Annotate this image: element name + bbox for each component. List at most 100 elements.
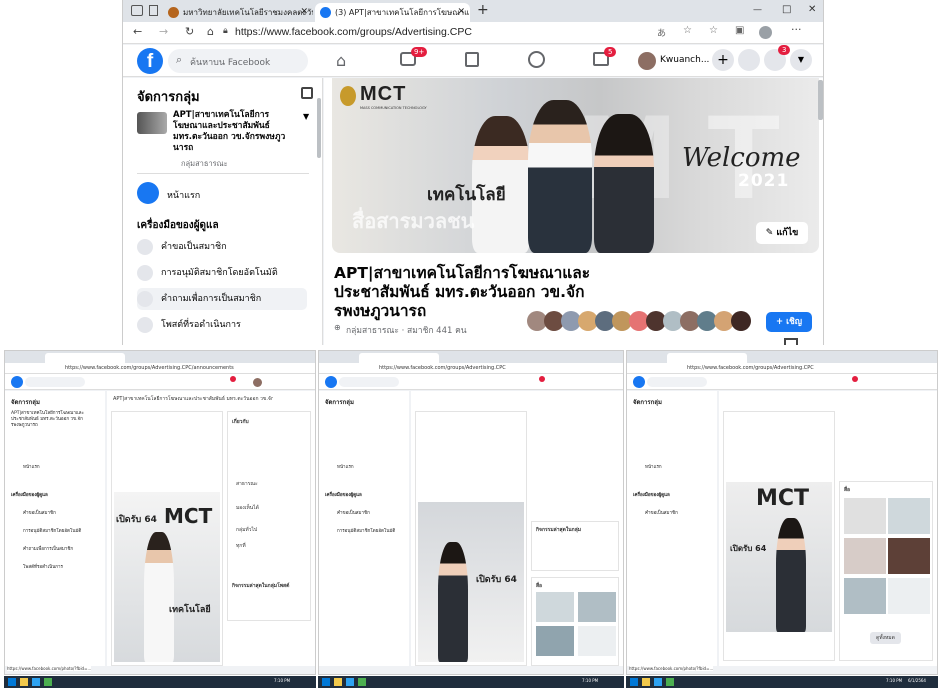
facebook-logo-icon[interactable]: f (137, 48, 163, 74)
url-field[interactable]: https://www.facebook.com/groups/Advertis… (627, 363, 937, 374)
edit-cover-button[interactable]: ✎ แก้ไข (756, 222, 808, 244)
home-nav-icon[interactable]: ⌂ (336, 51, 346, 70)
media-thumb[interactable] (578, 626, 616, 656)
tab-facebook-group[interactable]: (3) APT|สาขาเทคโนโลยีการโฆษณาและ ✕ (315, 3, 470, 22)
url-field[interactable]: https://www.facebook.com/groups/Advertis… (319, 363, 623, 374)
explorer-icon[interactable] (642, 678, 650, 686)
edge-icon[interactable] (654, 678, 662, 686)
app-icon[interactable] (666, 678, 674, 686)
new-tab-button[interactable]: + (477, 2, 489, 18)
start-icon[interactable] (630, 678, 638, 686)
user-avatar[interactable] (638, 52, 656, 70)
refresh-icon[interactable]: ↻ (185, 25, 194, 38)
sidebar-item-member-requests[interactable]: คำขอเป็นสมาชิก (137, 236, 307, 258)
sidebar-item-home[interactable]: หน้าแรก (337, 463, 354, 470)
back-icon[interactable]: ← (133, 25, 142, 38)
url-field[interactable]: https://www.facebook.com/groups/Advertis… (5, 363, 315, 374)
sidebar-item-member-requests[interactable]: คำขอเป็นสมาชิก (645, 509, 678, 516)
member-requests-icon (137, 239, 153, 255)
sidebar-item-membership-questions[interactable]: คำถามเพื่อการเป็นสมาชิก (137, 288, 307, 310)
tab-facebook-group[interactable] (45, 353, 125, 363)
sidebar-item-member-requests[interactable]: คำขอเป็นสมาชิก (23, 509, 56, 516)
collections-icon[interactable]: ▣ (735, 25, 744, 36)
read-aloud-icon[interactable]: あ (657, 26, 666, 39)
sidebar-item-pending-posts[interactable]: โพสต์ที่รอดำเนินการ (23, 563, 63, 570)
expand-icon[interactable] (784, 338, 798, 345)
minimize-button[interactable]: — (753, 5, 762, 15)
edge-icon[interactable] (346, 678, 354, 686)
group-dropdown-icon[interactable]: ▼ (303, 112, 309, 121)
sidebar-item-home[interactable]: หน้าแรก (167, 188, 200, 202)
see-all-button[interactable]: ดูทั้งหมด (870, 632, 901, 644)
maximize-button[interactable]: □ (782, 4, 791, 15)
create-button[interactable]: + (712, 49, 734, 71)
search-box[interactable] (647, 377, 707, 387)
media-thumb[interactable] (578, 592, 616, 622)
close-tab-icon[interactable]: ✕ (457, 3, 465, 22)
user-name[interactable]: Kwuanch... (660, 55, 709, 65)
account-menu-button[interactable]: ▼ (790, 49, 812, 71)
sidebar-item-home[interactable]: หน้าแรก (645, 463, 662, 470)
app-icon[interactable] (44, 678, 52, 686)
close-tab-icon[interactable]: ✕ (300, 3, 308, 22)
member-avatars[interactable] (527, 311, 755, 331)
media-thumb[interactable] (844, 538, 886, 574)
search-box[interactable] (25, 377, 85, 387)
sidebar-item-home[interactable]: หน้าแรก (23, 463, 40, 470)
page-scrollbar[interactable] (818, 80, 823, 120)
group-name[interactable]: APT|สาขาเทคโนโลยีการโฆษณาและประชาสัมพันธ… (173, 110, 293, 154)
facebook-logo-icon[interactable] (11, 376, 23, 388)
facebook-logo-icon[interactable] (633, 376, 645, 388)
sidebar-scrollbar[interactable] (317, 98, 321, 158)
app-icon[interactable] (358, 678, 366, 686)
forward-icon[interactable]: → (159, 25, 168, 38)
favorites-list-icon[interactable]: ☆ (709, 25, 718, 36)
more-menu-icon[interactable]: ··· (791, 23, 802, 36)
media-thumb[interactable] (536, 626, 574, 656)
post-image[interactable]: เปิดรับ 64 (418, 502, 524, 662)
edge-icon[interactable] (32, 678, 40, 686)
tab-actions-icon[interactable] (131, 5, 143, 16)
facebook-logo-icon[interactable] (325, 376, 337, 388)
media-thumb[interactable] (844, 498, 886, 534)
media-thumb[interactable] (536, 592, 574, 622)
sidebar-item-auto-approve[interactable]: การอนุมัติสมาชิกโดยอัตโนมัติ (23, 527, 81, 534)
groups-nav-icon[interactable] (528, 51, 545, 68)
tab-facebook-group[interactable] (359, 353, 439, 363)
media-card: สื่อ ดูทั้งหมด (839, 481, 933, 661)
explorer-icon[interactable] (20, 678, 28, 686)
member-avatar[interactable] (731, 311, 751, 331)
start-icon[interactable] (8, 678, 16, 686)
invite-button[interactable]: + เชิญ (766, 312, 812, 332)
media-thumb[interactable] (888, 498, 930, 534)
user-avatar[interactable] (253, 378, 262, 387)
messenger-button[interactable] (738, 49, 760, 71)
media-thumb[interactable] (844, 578, 886, 614)
search-box[interactable] (339, 377, 399, 387)
home-icon[interactable]: ⌂ (207, 25, 214, 38)
post-image[interactable]: MCT เปิดรับ 64 (726, 482, 832, 632)
favorite-icon[interactable]: ☆ (683, 25, 692, 36)
sidebar-item-membership-questions[interactable]: คำถามเพื่อการเป็นสมาชิก (23, 545, 73, 552)
explorer-icon[interactable] (334, 678, 342, 686)
sidebar-item-auto-approve[interactable]: การอนุมัติสมาชิกโดยอัตโนมัติ (337, 527, 395, 534)
facebook-top-nav (5, 374, 315, 390)
tab-facebook-group[interactable] (667, 353, 747, 363)
close-window-button[interactable]: ✕ (808, 4, 816, 15)
start-icon[interactable] (322, 678, 330, 686)
sidebar-item-pending-posts[interactable]: โพสต์ที่รอดำเนินการ (137, 314, 307, 336)
group-thumbnail[interactable] (137, 112, 167, 134)
collapse-sidebar-icon[interactable] (301, 87, 313, 99)
post-image[interactable]: เปิดรับ 64 MCT เทคโนโลยี (114, 492, 220, 662)
sidebar-item-auto-approve[interactable]: การอนุมัติสมาชิกโดยอัตโนมัติ (137, 262, 307, 284)
profile-avatar-icon[interactable] (759, 26, 772, 39)
sidebar-item-member-requests[interactable]: คำขอเป็นสมาชิก (337, 509, 370, 516)
tab-rmutto[interactable]: มหาวิทยาลัยเทคโนโลยีราชมงคลตะวันออก ✕ (163, 3, 313, 22)
tools-header: เครื่องมือของผู้ดูแล (11, 493, 48, 498)
media-thumb[interactable] (888, 578, 930, 614)
url-field[interactable]: https://www.facebook.com/groups/Advertis… (235, 26, 472, 38)
sidebar-item-label: โพสต์ที่รอดำเนินการ (161, 320, 241, 330)
marketplace-nav-icon[interactable] (465, 52, 479, 67)
media-thumb[interactable] (888, 538, 930, 574)
search-box[interactable]: ⌕ ค้นหาบน Facebook (168, 49, 308, 73)
